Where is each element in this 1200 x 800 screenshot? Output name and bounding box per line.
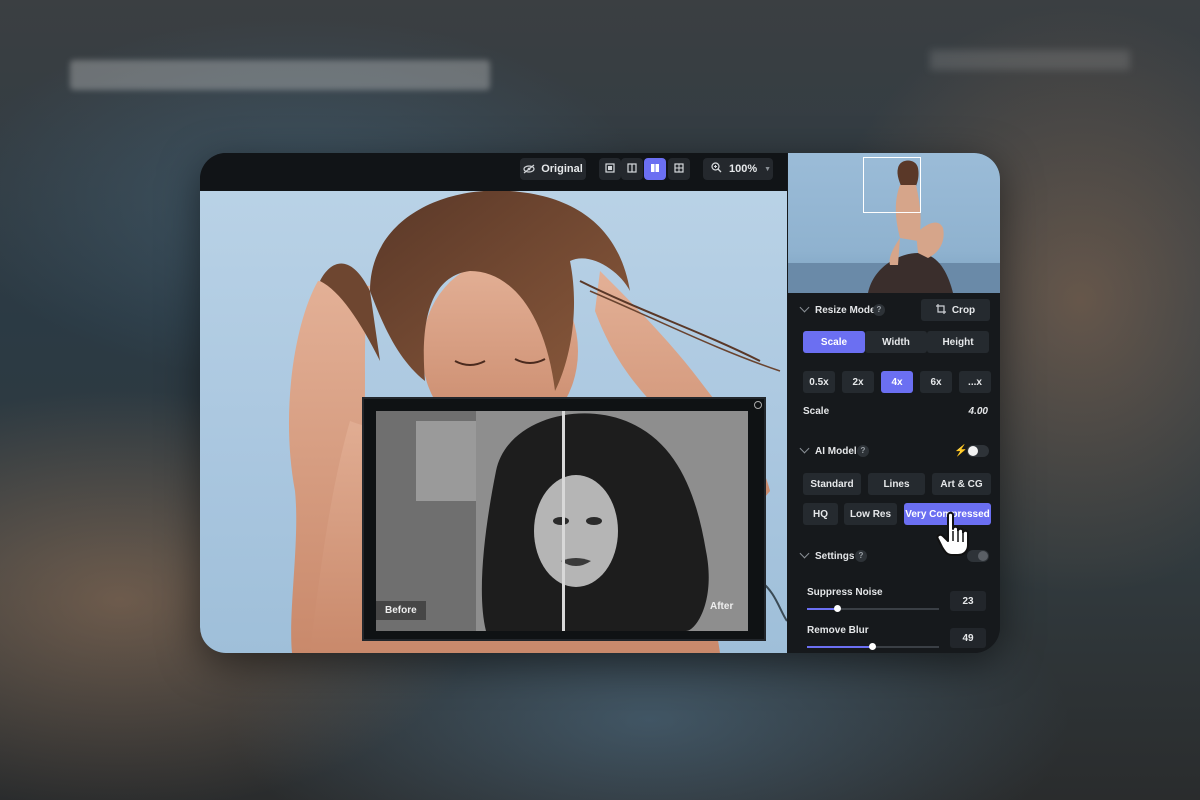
image-canvas[interactable]: Before After bbox=[200, 191, 787, 653]
settings-help-icon[interactable]: ? bbox=[855, 550, 867, 562]
viewport-indicator[interactable] bbox=[863, 157, 921, 213]
settings-title: Settings bbox=[815, 551, 855, 562]
close-preview-icon[interactable] bbox=[754, 401, 762, 409]
before-label: Before bbox=[376, 601, 426, 620]
model-lines[interactable]: Lines bbox=[868, 473, 925, 495]
ai-model-toggle[interactable] bbox=[967, 445, 989, 457]
settings-collapse-chevron-icon[interactable] bbox=[799, 548, 810, 559]
grid-view-icon bbox=[674, 162, 684, 176]
crop-icon bbox=[935, 303, 946, 317]
split-view-icon bbox=[650, 163, 660, 176]
navigator-thumbnail[interactable] bbox=[788, 153, 1000, 293]
side-by-side-view-button[interactable] bbox=[621, 158, 643, 180]
chevron-down-icon: ▼ bbox=[764, 165, 772, 173]
top-toolbar: Original 100% ▼ bbox=[200, 153, 787, 191]
scale-label: Scale bbox=[803, 406, 830, 417]
scale-option-custom[interactable]: ...x bbox=[959, 371, 991, 393]
before-after-preview[interactable]: Before After bbox=[362, 397, 766, 641]
single-view-icon bbox=[605, 162, 615, 176]
suppress-noise-knob[interactable] bbox=[834, 605, 842, 612]
zoom-value: 100% bbox=[729, 163, 758, 175]
tab-height[interactable]: Height bbox=[927, 331, 989, 353]
zoom-select[interactable]: 100% ▼ bbox=[703, 158, 773, 180]
zoom-icon bbox=[711, 162, 722, 176]
background-blur-bar bbox=[70, 60, 490, 90]
remove-blur-slider[interactable] bbox=[807, 643, 939, 650]
remove-blur-knob[interactable] bbox=[868, 643, 876, 650]
ai-model-title: AI Model bbox=[815, 446, 857, 457]
resize-collapse-chevron-icon[interactable] bbox=[799, 302, 810, 313]
settings-panel: Resize Mode ? Crop Scale Width Height 0.… bbox=[788, 153, 1000, 653]
eye-off-icon bbox=[523, 164, 535, 174]
scale-option-2x[interactable]: 2x bbox=[842, 371, 874, 393]
hand-pointer-cursor-icon bbox=[936, 511, 969, 556]
app-window: Original 100% ▼ Before After Resize Mode… bbox=[200, 153, 1000, 653]
resize-mode-title: Resize Mode bbox=[815, 305, 876, 316]
tab-width[interactable]: Width bbox=[865, 331, 927, 353]
suppress-noise-label: Suppress Noise bbox=[807, 587, 883, 598]
lightning-icon: ⚡ bbox=[954, 445, 968, 457]
remove-blur-fill bbox=[807, 646, 872, 648]
model-standard[interactable]: Standard bbox=[803, 473, 861, 495]
ai-model-collapse-chevron-icon[interactable] bbox=[799, 443, 810, 454]
remove-blur-label: Remove Blur bbox=[807, 625, 869, 636]
suppress-noise-slider[interactable] bbox=[807, 605, 939, 612]
model-hq[interactable]: HQ bbox=[803, 503, 838, 525]
resize-help-icon[interactable]: ? bbox=[873, 304, 885, 316]
remove-blur-value[interactable]: 49 bbox=[950, 628, 986, 648]
crop-button[interactable]: Crop bbox=[921, 299, 990, 321]
tab-scale[interactable]: Scale bbox=[803, 331, 865, 353]
scale-option-6x[interactable]: 6x bbox=[920, 371, 952, 393]
ai-model-help-icon[interactable]: ? bbox=[857, 445, 869, 457]
side-by-side-icon bbox=[627, 162, 637, 176]
after-label: After bbox=[710, 601, 734, 612]
split-view-button[interactable] bbox=[644, 158, 666, 180]
suppress-noise-fill bbox=[807, 608, 838, 610]
scale-option-4x[interactable]: 4x bbox=[881, 371, 913, 393]
original-toggle-button[interactable]: Original bbox=[520, 158, 586, 180]
scale-value: 4.00 bbox=[968, 406, 988, 417]
original-label: Original bbox=[541, 163, 583, 175]
single-view-button[interactable] bbox=[599, 158, 621, 180]
grid-view-button[interactable] bbox=[668, 158, 690, 180]
scale-option-0-5x[interactable]: 0.5x bbox=[803, 371, 835, 393]
suppress-noise-value[interactable]: 23 bbox=[950, 591, 986, 611]
model-art-cg[interactable]: Art & CG bbox=[932, 473, 991, 495]
model-low-res[interactable]: Low Res bbox=[844, 503, 897, 525]
background-blur-bar-right bbox=[930, 50, 1130, 70]
compare-divider[interactable] bbox=[562, 411, 565, 631]
crop-label: Crop bbox=[951, 304, 976, 316]
